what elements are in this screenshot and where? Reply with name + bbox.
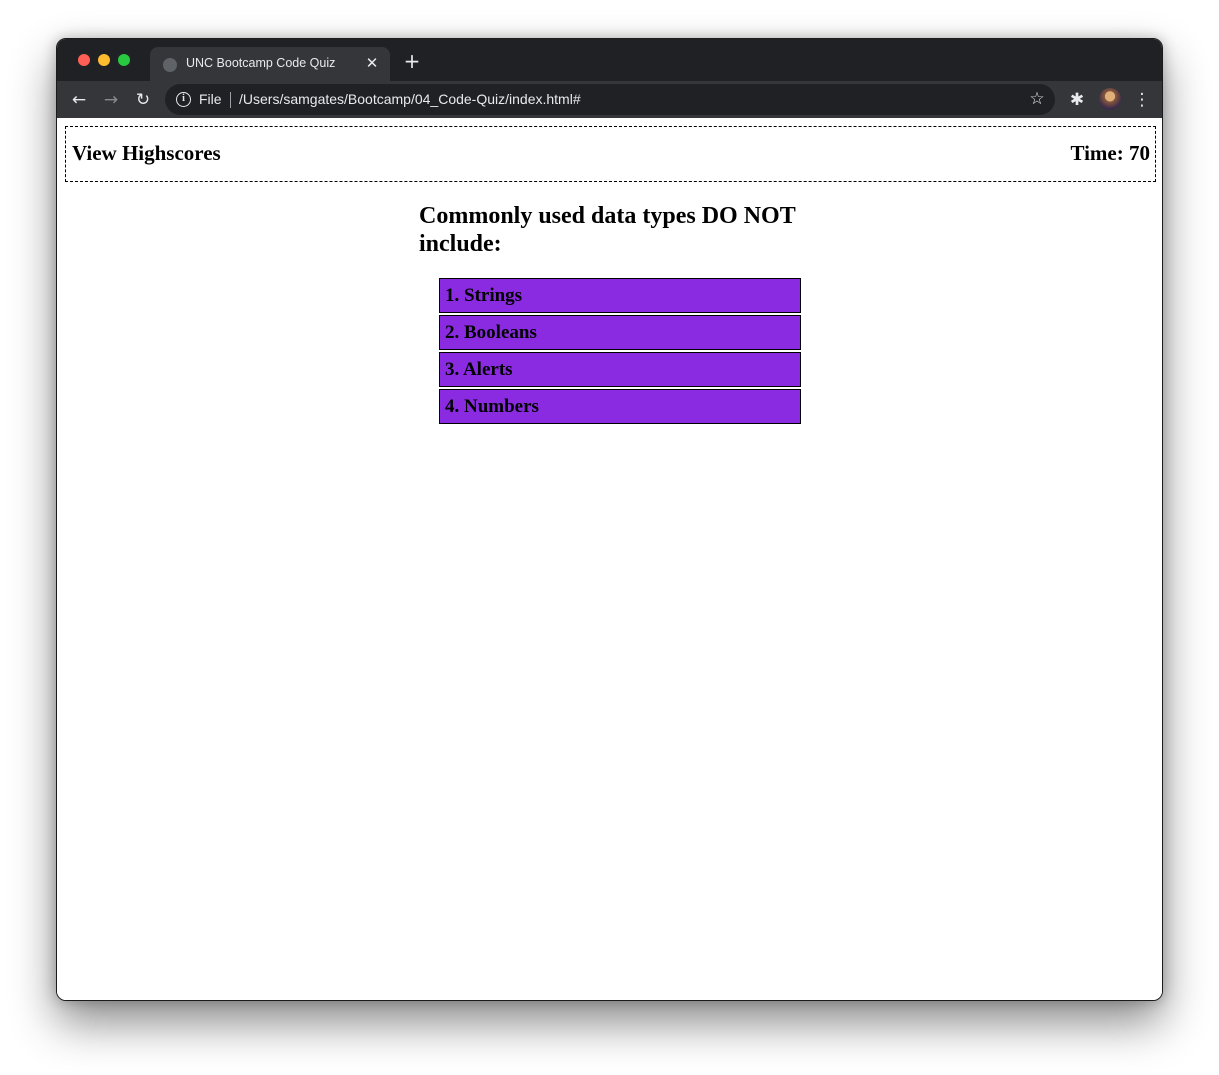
url-scheme-label: File bbox=[199, 91, 222, 107]
tab-title: UNC Bootcamp Code Quiz bbox=[186, 56, 336, 70]
tab-strip: UNC Bootcamp Code Quiz ✕ + bbox=[57, 39, 1162, 81]
close-icon[interactable]: ✕ bbox=[364, 55, 380, 71]
browser-tab[interactable]: UNC Bootcamp Code Quiz ✕ bbox=[150, 47, 390, 81]
browser-toolbar: ← → ↻ i File /Users/samgates/Bootcamp/04… bbox=[57, 81, 1162, 118]
address-bar[interactable]: i File /Users/samgates/Bootcamp/04_Code-… bbox=[165, 84, 1055, 115]
minimize-window-button[interactable] bbox=[98, 54, 110, 66]
page-viewport: View Highscores Time: 70 Commonly used d… bbox=[57, 118, 1162, 1000]
answer-button[interactable]: 2. Booleans bbox=[439, 315, 801, 350]
answer-button[interactable]: 3. Alerts bbox=[439, 352, 801, 387]
info-icon[interactable]: i bbox=[176, 92, 191, 107]
forward-arrow-icon[interactable]: → bbox=[100, 89, 122, 111]
bookmark-star-icon[interactable]: ☆ bbox=[1027, 89, 1047, 109]
quiz-card: Commonly used data types DO NOT include:… bbox=[419, 202, 804, 426]
browser-window: UNC Bootcamp Code Quiz ✕ + ← → ↻ i File … bbox=[56, 38, 1163, 1001]
question-text: Commonly used data types DO NOT include: bbox=[419, 203, 796, 257]
timer: Time: 70 bbox=[1070, 141, 1150, 165]
reload-icon[interactable]: ↻ bbox=[132, 89, 154, 111]
profile-avatar[interactable] bbox=[1099, 88, 1121, 110]
answer-list: 1. Strings 2. Booleans 3. Alerts 4. Numb… bbox=[439, 278, 804, 424]
omnibox-divider bbox=[230, 92, 231, 108]
globe-icon bbox=[163, 58, 177, 72]
view-highscores-link[interactable]: View Highscores bbox=[72, 141, 221, 166]
answer-button[interactable]: 1. Strings bbox=[439, 278, 801, 313]
back-arrow-icon[interactable]: ← bbox=[68, 89, 90, 111]
answer-button[interactable]: 4. Numbers bbox=[439, 389, 801, 424]
quiz-header: View Highscores Time: 70 bbox=[65, 126, 1156, 182]
new-tab-icon[interactable]: + bbox=[402, 51, 422, 71]
url-text[interactable]: /Users/samgates/Bootcamp/04_Code-Quiz/in… bbox=[239, 91, 581, 107]
kebab-menu-icon[interactable]: ⋮ bbox=[1131, 89, 1153, 111]
close-window-button[interactable] bbox=[78, 54, 90, 66]
extensions-puzzle-icon[interactable]: ✱ bbox=[1066, 89, 1088, 111]
maximize-window-button[interactable] bbox=[118, 54, 130, 66]
